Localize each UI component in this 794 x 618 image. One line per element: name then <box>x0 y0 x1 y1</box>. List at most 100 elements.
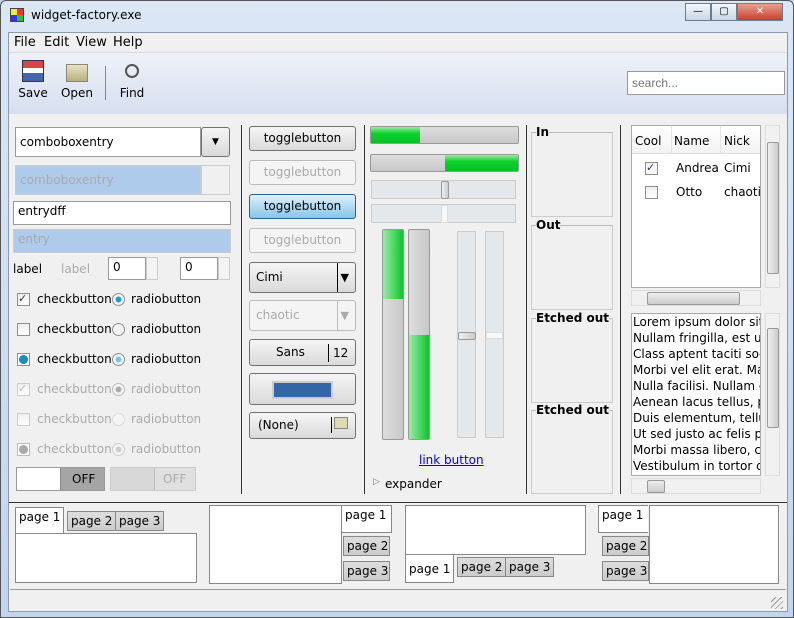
tab-page-1[interactable]: page 1 <box>405 555 455 583</box>
column-divider <box>671 126 672 154</box>
vprogress-bar-2 <box>408 229 430 440</box>
search-input[interactable] <box>627 71 785 95</box>
slider-handle <box>486 331 503 339</box>
tab-page-3[interactable]: page 3 <box>343 561 390 581</box>
checkbox-checked[interactable]: ✓ <box>17 293 30 306</box>
text-line: Vestibulum in tortor di <box>633 459 761 473</box>
progress-bar-2 <box>370 154 519 172</box>
find-button[interactable]: Find <box>112 60 152 100</box>
scrollbar-thumb[interactable] <box>647 292 740 305</box>
frame-label: Out <box>536 218 561 232</box>
radio-selected[interactable] <box>112 293 125 306</box>
open-button[interactable]: Open <box>57 60 97 100</box>
checkbutton-label: checkbutton <box>37 442 112 456</box>
toolbar: Save Open Find <box>9 54 787 114</box>
frame-label: Etched out <box>536 311 610 325</box>
notebook-page <box>15 533 197 583</box>
scrollbar-thumb[interactable] <box>767 142 779 274</box>
combo-dropdown-button[interactable]: ▼ <box>201 127 230 157</box>
vscale-1[interactable] <box>457 231 476 438</box>
hscale-1[interactable] <box>371 180 516 199</box>
tab-page-2[interactable]: page 2 <box>602 536 649 556</box>
hscale-2[interactable] <box>371 204 516 223</box>
tab-page-1[interactable]: page 1 <box>15 507 65 534</box>
switch-label: OFF <box>163 472 187 486</box>
separator <box>620 125 621 494</box>
togglebutton[interactable]: togglebutton <box>249 126 356 151</box>
tree-hscrollbar[interactable] <box>631 290 761 306</box>
slider-handle <box>440 205 448 223</box>
color-button[interactable] <box>249 373 356 405</box>
expander-arrow-icon[interactable]: ▷ <box>373 477 380 487</box>
radio-selected-disabled <box>112 383 125 396</box>
radio-inconsistent[interactable] <box>112 353 125 366</box>
tree-row-checkbox[interactable]: ✓ <box>645 162 658 175</box>
column-nick[interactable]: Nick <box>724 134 750 148</box>
tree-view[interactable]: Cool Name Nick ✓ Andrea Cimi Otto chaoti… <box>631 125 761 288</box>
column-name[interactable]: Name <box>674 134 709 148</box>
scrollbar-thumb[interactable] <box>647 480 665 493</box>
comboboxentry-input[interactable]: comboboxentry <box>15 127 201 157</box>
tab-page-3[interactable]: page 3 <box>115 511 165 531</box>
toolbar-separator <box>105 66 106 100</box>
tab-page-1[interactable]: page 1 <box>598 505 648 533</box>
text-line: Nullam fringilla, est ut <box>633 331 761 345</box>
file-chooser-button[interactable]: (None) <box>249 412 356 439</box>
window-title: widget-factory.exe <box>31 8 142 22</box>
maximize-button[interactable]: ▢ <box>711 3 737 21</box>
font-button[interactable]: Sans 12 <box>249 339 356 366</box>
text-view[interactable]: Lorem ipsum dolor sit Nullam fringilla, … <box>631 313 761 476</box>
tab-page-3[interactable]: page 3 <box>505 557 555 577</box>
slider-handle[interactable] <box>458 331 476 340</box>
tab-page-2[interactable]: page 2 <box>343 536 390 556</box>
tab-page-1[interactable]: page 1 <box>342 505 392 533</box>
notebook-page <box>405 505 586 555</box>
font-size: 12 <box>328 344 348 362</box>
frame-label: In <box>536 125 550 139</box>
expander[interactable]: expander <box>385 477 442 491</box>
resize-grip-icon[interactable] <box>771 597 783 609</box>
menu-edit[interactable]: Edit <box>44 35 69 50</box>
switch-off[interactable]: OFF <box>16 467 105 491</box>
menu-view[interactable]: View <box>76 35 107 50</box>
floppy-icon <box>22 60 44 82</box>
text-line: Nulla facilisi. Nullam el <box>633 379 761 393</box>
switch-handle <box>111 468 155 490</box>
entry-field[interactable]: entrydff <box>13 201 231 225</box>
text-line: Morbi massa libero, cc <box>633 443 761 457</box>
text-line: Duis elementum, tellus <box>633 411 761 425</box>
menu-help[interactable]: Help <box>113 35 143 50</box>
separator <box>241 125 242 494</box>
separator <box>364 125 365 494</box>
tree-row-checkbox[interactable] <box>645 186 658 199</box>
notebook-page <box>649 505 779 584</box>
tab-page-3[interactable]: page 3 <box>602 561 649 581</box>
spin-arrows-1[interactable] <box>146 257 158 280</box>
tree-vscrollbar[interactable] <box>765 125 780 288</box>
menu-file[interactable]: File <box>14 35 36 50</box>
checkbutton-label: checkbutton <box>37 352 112 366</box>
radiobutton-label: radiobutton <box>131 412 202 426</box>
switch-handle[interactable] <box>17 468 61 490</box>
font-name: Sans <box>276 345 305 359</box>
checkbox-inconsistent[interactable] <box>17 353 30 366</box>
minimize-button[interactable]: — <box>685 3 711 21</box>
spinbutton-2[interactable]: 0 <box>180 257 218 280</box>
tab-page-2[interactable]: page 2 <box>67 511 117 531</box>
close-button[interactable]: ✕ <box>737 3 783 21</box>
spin-arrows-2[interactable] <box>218 257 230 280</box>
tab-page-2[interactable]: page 2 <box>457 557 507 577</box>
checkbox-unchecked[interactable] <box>17 323 30 336</box>
text-vscrollbar[interactable] <box>765 313 780 476</box>
column-cool[interactable]: Cool <box>635 134 661 148</box>
save-button[interactable]: Save <box>13 60 53 100</box>
vscale-2[interactable] <box>485 231 504 438</box>
spinbutton-1[interactable]: 0 <box>108 257 146 280</box>
slider-handle[interactable] <box>440 181 449 199</box>
link-button[interactable]: link button <box>419 453 484 467</box>
scrollbar-thumb[interactable] <box>767 328 779 428</box>
togglebutton-active[interactable]: togglebutton <box>249 194 356 219</box>
radio-unselected[interactable] <box>112 323 125 336</box>
combobox-nick[interactable]: Cimi ▼ <box>249 262 356 293</box>
text-hscrollbar[interactable] <box>631 478 761 494</box>
